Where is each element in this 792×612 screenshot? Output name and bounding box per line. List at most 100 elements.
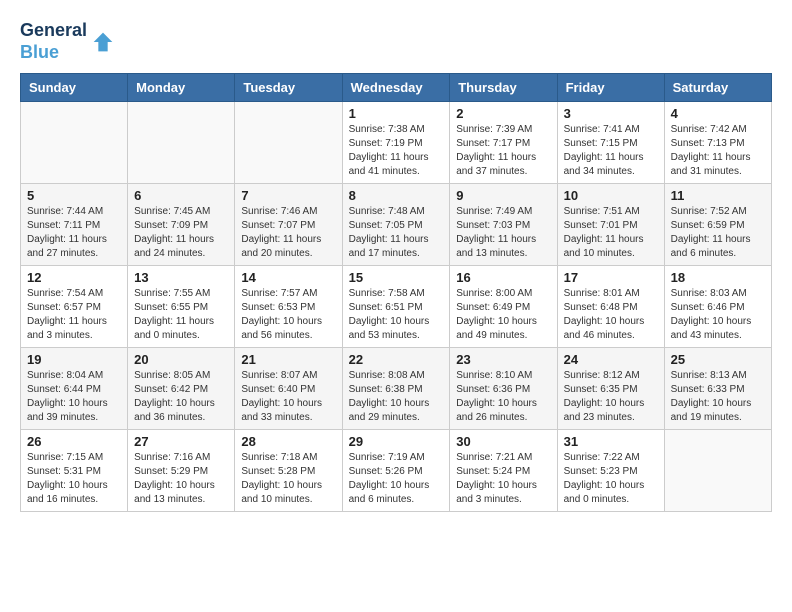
calendar-cell: 30 Sunrise: 7:21 AM Sunset: 5:24 PM Dayli… (450, 430, 557, 512)
calendar-week-row: 19Sunrise: 8:04 AM Sunset: 6:44 PM Dayli… (21, 348, 772, 430)
day-number: 29 (349, 434, 444, 449)
calendar-cell: 7 Sunrise: 7:46 AM Sunset: 7:07 PM Daylig… (235, 184, 342, 266)
calendar-cell: 12 Sunrise: 7:54 AM Sunset: 6:57 PM Dayli… (21, 266, 128, 348)
calendar-cell: 25Sunrise: 8:13 AM Sunset: 6:33 PM Dayli… (664, 348, 771, 430)
day-content: Sunrise: 7:18 AM Sunset: 5:28 PM Dayligh… (241, 451, 335, 507)
calendar-cell: 3 Sunrise: 7:41 AM Sunset: 7:15 PM Daylig… (557, 102, 664, 184)
day-number: 1 (349, 106, 444, 121)
calendar-cell: 8Sunrise: 7:48 AM Sunset: 7:05 PM Daylig… (342, 184, 450, 266)
day-content: Sunrise: 7:38 AM Sunset: 7:19 PM Dayligh… (349, 123, 444, 179)
day-number: 22 (349, 352, 444, 367)
page-header: GeneralBlue (20, 20, 772, 63)
day-number: 18 (671, 270, 765, 285)
day-content: Sunrise: 7:19 AM Sunset: 5:26 PM Dayligh… (349, 451, 444, 507)
day-number: 17 (564, 270, 658, 285)
calendar-week-row: 5Sunrise: 7:44 AM Sunset: 7:11 PM Daylig… (21, 184, 772, 266)
day-content: Sunrise: 7:51 AM Sunset: 7:01 PM Dayligh… (564, 205, 658, 261)
day-number: 31 (564, 434, 658, 449)
day-number: 9 (456, 188, 550, 203)
calendar-week-row: 12 Sunrise: 7:54 AM Sunset: 6:57 PM Dayli… (21, 266, 772, 348)
day-content: Sunrise: 8:01 AM Sunset: 6:48 PM Dayligh… (564, 287, 658, 343)
weekday-header-tuesday: Tuesday (235, 74, 342, 102)
day-number: 27 (134, 434, 228, 449)
day-number: 2 (456, 106, 550, 121)
day-content: Sunrise: 8:13 AM Sunset: 6:33 PM Dayligh… (671, 369, 765, 425)
day-content: Sunrise: 7:58 AM Sunset: 6:51 PM Dayligh… (349, 287, 444, 343)
weekday-header-sunday: Sunday (21, 74, 128, 102)
day-content: Sunrise: 8:08 AM Sunset: 6:38 PM Dayligh… (349, 369, 444, 425)
calendar-cell: 18 Sunrise: 8:03 AM Sunset: 6:46 PM Dayli… (664, 266, 771, 348)
calendar-cell: 27 Sunrise: 7:16 AM Sunset: 5:29 PM Dayli… (128, 430, 235, 512)
day-number: 4 (671, 106, 765, 121)
day-number: 15 (349, 270, 444, 285)
day-content: Sunrise: 7:39 AM Sunset: 7:17 PM Dayligh… (456, 123, 550, 179)
calendar-cell: 2 Sunrise: 7:39 AM Sunset: 7:17 PM Daylig… (450, 102, 557, 184)
day-number: 10 (564, 188, 658, 203)
calendar-cell: 10 Sunrise: 7:51 AM Sunset: 7:01 PM Dayli… (557, 184, 664, 266)
weekday-header-wednesday: Wednesday (342, 74, 450, 102)
calendar-cell: 23 Sunrise: 8:10 AM Sunset: 6:36 PM Dayli… (450, 348, 557, 430)
day-content: Sunrise: 8:10 AM Sunset: 6:36 PM Dayligh… (456, 369, 550, 425)
calendar-cell (21, 102, 128, 184)
day-content: Sunrise: 7:57 AM Sunset: 6:53 PM Dayligh… (241, 287, 335, 343)
calendar-cell: 15 Sunrise: 7:58 AM Sunset: 6:51 PM Dayli… (342, 266, 450, 348)
day-number: 6 (134, 188, 228, 203)
day-number: 14 (241, 270, 335, 285)
calendar-cell: 21Sunrise: 8:07 AM Sunset: 6:40 PM Dayli… (235, 348, 342, 430)
day-content: Sunrise: 7:45 AM Sunset: 7:09 PM Dayligh… (134, 205, 228, 261)
day-content: Sunrise: 8:00 AM Sunset: 6:49 PM Dayligh… (456, 287, 550, 343)
calendar-cell: 5Sunrise: 7:44 AM Sunset: 7:11 PM Daylig… (21, 184, 128, 266)
calendar-cell: 31 Sunrise: 7:22 AM Sunset: 5:23 PM Dayli… (557, 430, 664, 512)
calendar-cell: 24 Sunrise: 8:12 AM Sunset: 6:35 PM Dayli… (557, 348, 664, 430)
day-number: 11 (671, 188, 765, 203)
day-number: 12 (27, 270, 121, 285)
day-content: Sunrise: 8:07 AM Sunset: 6:40 PM Dayligh… (241, 369, 335, 425)
calendar-cell: 14 Sunrise: 7:57 AM Sunset: 6:53 PM Dayli… (235, 266, 342, 348)
calendar-cell: 26 Sunrise: 7:15 AM Sunset: 5:31 PM Dayli… (21, 430, 128, 512)
day-content: Sunrise: 8:12 AM Sunset: 6:35 PM Dayligh… (564, 369, 658, 425)
calendar-cell: 6 Sunrise: 7:45 AM Sunset: 7:09 PM Daylig… (128, 184, 235, 266)
day-content: Sunrise: 7:21 AM Sunset: 5:24 PM Dayligh… (456, 451, 550, 507)
day-number: 3 (564, 106, 658, 121)
calendar-cell (235, 102, 342, 184)
day-content: Sunrise: 7:54 AM Sunset: 6:57 PM Dayligh… (27, 287, 121, 343)
day-content: Sunrise: 7:22 AM Sunset: 5:23 PM Dayligh… (564, 451, 658, 507)
calendar-cell: 20 Sunrise: 8:05 AM Sunset: 6:42 PM Dayli… (128, 348, 235, 430)
day-number: 23 (456, 352, 550, 367)
day-content: Sunrise: 7:41 AM Sunset: 7:15 PM Dayligh… (564, 123, 658, 179)
calendar-week-row: 26 Sunrise: 7:15 AM Sunset: 5:31 PM Dayli… (21, 430, 772, 512)
day-content: Sunrise: 7:15 AM Sunset: 5:31 PM Dayligh… (27, 451, 121, 507)
day-content: Sunrise: 7:46 AM Sunset: 7:07 PM Dayligh… (241, 205, 335, 261)
calendar-cell: 29 Sunrise: 7:19 AM Sunset: 5:26 PM Dayli… (342, 430, 450, 512)
calendar-cell: 4 Sunrise: 7:42 AM Sunset: 7:13 PM Daylig… (664, 102, 771, 184)
day-content: Sunrise: 7:16 AM Sunset: 5:29 PM Dayligh… (134, 451, 228, 507)
day-number: 13 (134, 270, 228, 285)
calendar-cell: 28 Sunrise: 7:18 AM Sunset: 5:28 PM Dayli… (235, 430, 342, 512)
day-content: Sunrise: 7:55 AM Sunset: 6:55 PM Dayligh… (134, 287, 228, 343)
day-number: 30 (456, 434, 550, 449)
day-content: Sunrise: 8:05 AM Sunset: 6:42 PM Dayligh… (134, 369, 228, 425)
weekday-header-thursday: Thursday (450, 74, 557, 102)
calendar-cell: 17 Sunrise: 8:01 AM Sunset: 6:48 PM Dayli… (557, 266, 664, 348)
day-number: 24 (564, 352, 658, 367)
day-number: 7 (241, 188, 335, 203)
day-content: Sunrise: 7:42 AM Sunset: 7:13 PM Dayligh… (671, 123, 765, 179)
logo: GeneralBlue (20, 20, 117, 63)
calendar-cell: 1 Sunrise: 7:38 AM Sunset: 7:19 PM Daylig… (342, 102, 450, 184)
day-number: 16 (456, 270, 550, 285)
calendar-cell: 13 Sunrise: 7:55 AM Sunset: 6:55 PM Dayli… (128, 266, 235, 348)
day-number: 26 (27, 434, 121, 449)
day-number: 20 (134, 352, 228, 367)
logo-icon (89, 28, 117, 56)
calendar-week-row: 1 Sunrise: 7:38 AM Sunset: 7:19 PM Daylig… (21, 102, 772, 184)
day-content: Sunrise: 8:03 AM Sunset: 6:46 PM Dayligh… (671, 287, 765, 343)
day-number: 28 (241, 434, 335, 449)
logo-text: GeneralBlue (20, 20, 87, 63)
weekday-header-saturday: Saturday (664, 74, 771, 102)
calendar-cell (128, 102, 235, 184)
day-number: 5 (27, 188, 121, 203)
calendar-cell: 11 Sunrise: 7:52 AM Sunset: 6:59 PM Dayli… (664, 184, 771, 266)
day-content: Sunrise: 7:52 AM Sunset: 6:59 PM Dayligh… (671, 205, 765, 261)
calendar-table: SundayMondayTuesdayWednesdayThursdayFrid… (20, 73, 772, 512)
day-number: 8 (349, 188, 444, 203)
